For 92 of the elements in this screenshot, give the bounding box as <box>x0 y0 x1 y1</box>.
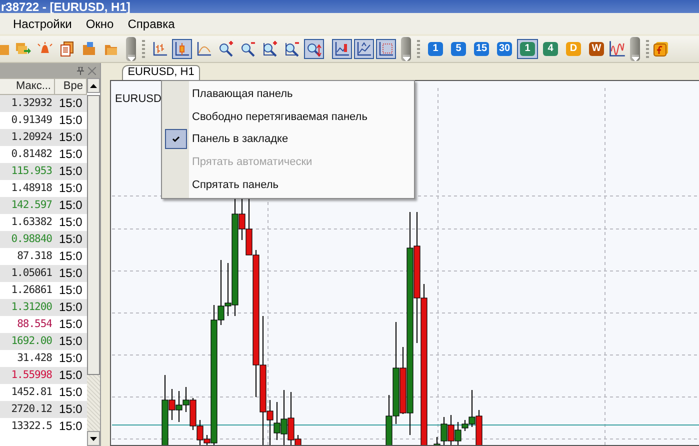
price-cell-text: 2720.12 <box>10 402 53 417</box>
price-cell-text: 0.81482 <box>10 147 53 162</box>
folders-arrow-icon <box>15 41 31 57</box>
chevron-icon <box>632 55 638 61</box>
time-cell-text: 15:0 <box>58 146 84 163</box>
time-cell-text: 15:0 <box>58 367 84 384</box>
zoom-out-icon <box>240 41 256 57</box>
chart-shift-icon <box>334 41 350 57</box>
price-cell-text: 142.597 <box>10 198 53 213</box>
price-cell-text: 31.428 <box>16 351 53 366</box>
menu-option[interactable]: Плавающая панель <box>162 83 414 106</box>
grid-chart-icon <box>378 41 394 57</box>
menu-option[interactable]: Панель в закладке <box>162 128 414 151</box>
zoom-out-icon <box>284 41 300 57</box>
timeframe-button[interactable]: 1 <box>520 42 535 56</box>
price-cell-text: 1.48918 <box>10 181 53 196</box>
price-cell-text: 87.318 <box>16 249 53 264</box>
chart-symbol-label: EURUSD <box>115 93 162 105</box>
column-header[interactable]: Вре <box>55 78 87 95</box>
price-cell-text: 1.26861 <box>10 283 53 298</box>
chevron-icon <box>402 55 410 61</box>
time-cell-text: 15:0 <box>58 248 84 265</box>
function-icon <box>653 41 669 57</box>
price-cell-text: 115.953 <box>10 164 53 179</box>
zoom-in-icon <box>218 41 234 57</box>
up-arrow-icon <box>90 84 97 88</box>
document-stack-icon <box>59 41 75 57</box>
menu-option[interactable]: Спрятать панель <box>162 173 414 196</box>
price-cell-text: 13322.5 <box>10 419 53 434</box>
price-cell-text: 1.32932 <box>10 96 53 111</box>
autoscroll-button[interactable] <box>304 39 324 59</box>
candlestick-icon <box>174 41 190 57</box>
pin-icon[interactable] <box>77 66 84 74</box>
menu-item[interactable]: Настройки <box>13 16 72 30</box>
zoom-in-icon <box>262 41 278 57</box>
time-cell-text: 15:0 <box>58 316 84 333</box>
time-cell-text: 15:0 <box>58 231 84 248</box>
toolbar-overflow-button[interactable] <box>126 37 136 61</box>
line-chart-icon <box>196 41 212 57</box>
menu-option[interactable]: Свободно перетягиваемая панель <box>162 106 414 128</box>
chevron-icon <box>128 55 134 61</box>
price-cell-text: 1452.81 <box>10 385 53 400</box>
column-header[interactable]: Макс... <box>0 78 55 95</box>
time-cell-text: 15:0 <box>58 197 84 214</box>
toolbar-overflow-button[interactable] <box>630 37 640 61</box>
chart-arrow-button[interactable] <box>354 39 374 59</box>
chart-tab[interactable]: EURUSD, H1 <box>122 65 200 81</box>
price-cell-text: 1.05061 <box>10 266 53 281</box>
scroll-down-button[interactable] <box>87 431 100 446</box>
menu-item[interactable]: Справка <box>128 16 175 30</box>
price-cell-text: 1.31200 <box>10 300 53 315</box>
time-cell-text: 15:0 <box>58 265 84 282</box>
time-cell-text: 15:0 <box>58 299 84 316</box>
time-cell-text: 15:0 <box>58 214 84 231</box>
time-cell-text: 15:0 <box>58 180 84 197</box>
price-cell-text: 88.554 <box>16 317 53 332</box>
time-cell-text: 15:0 <box>58 163 84 180</box>
time-cell-text: 15:0 <box>58 282 84 299</box>
price-cell-text: 1692.00 <box>10 334 53 349</box>
menu-item[interactable]: Окно <box>86 16 114 30</box>
toolbar-overflow-button[interactable] <box>401 37 411 61</box>
scroll-thumb[interactable] <box>87 95 100 375</box>
timeframe-button[interactable]: 4 <box>543 42 558 56</box>
window-title: r38722 - [EURUSD, H1] <box>0 1 130 13</box>
timeframe-button[interactable]: 30 <box>496 42 512 56</box>
price-cell-text: 1.55998 <box>10 368 53 383</box>
scroll-up-button[interactable] <box>87 78 100 93</box>
down-arrow-icon <box>90 436 97 440</box>
timeframe-button[interactable]: 5 <box>451 42 466 56</box>
price-cell-text: 0.91349 <box>10 113 53 128</box>
timeframe-button[interactable]: 1 <box>428 42 443 56</box>
time-cell-text: 15:0 <box>58 401 84 418</box>
timeframe-button[interactable]: W <box>589 42 604 56</box>
price-cell-text: 1.63382 <box>10 215 53 230</box>
price-cell-text: 0.98840 <box>10 232 53 247</box>
timeframe-button[interactable]: 15 <box>474 42 490 56</box>
checkmark-icon <box>172 136 180 143</box>
time-cell-text: 15:0 <box>58 384 84 401</box>
chart-shift-button[interactable] <box>332 39 352 59</box>
price-cell-text: 1.20924 <box>10 130 53 145</box>
time-cell-text: 15:0 <box>58 350 84 367</box>
time-cell-text: 15:0 <box>58 95 84 112</box>
wave-chart-icon <box>608 40 626 58</box>
time-cell-text: 15:0 <box>58 112 84 129</box>
time-cell-text: 15:0 <box>58 333 84 350</box>
time-cell-text: 15:0 <box>58 418 84 435</box>
grid-chart-button[interactable] <box>376 39 396 59</box>
candlestick-button[interactable] <box>172 39 192 59</box>
autoscroll-icon <box>306 41 322 57</box>
bar-chart-icon <box>152 41 168 57</box>
time-cell-text: 15:0 <box>58 129 84 146</box>
chart-arrow-icon <box>356 41 372 57</box>
